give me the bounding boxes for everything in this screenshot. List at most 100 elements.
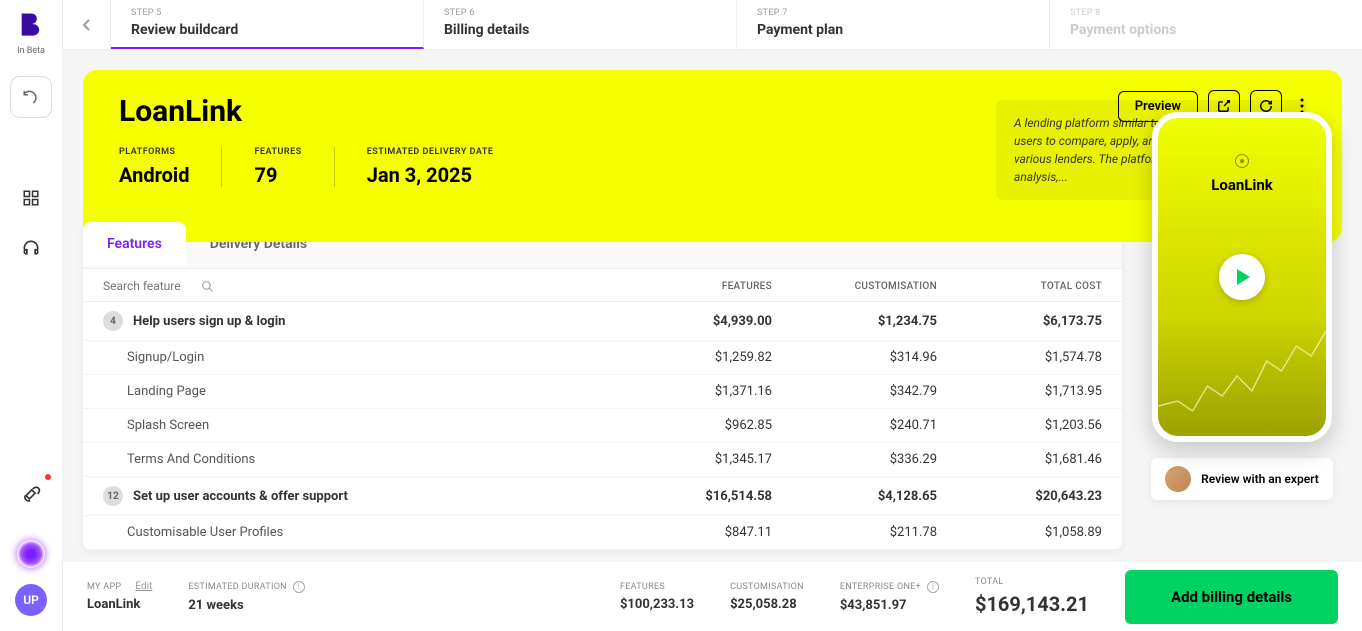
footer-bar: MY APPEdit LoanLink ESTIMATED DURATIONi … (63, 561, 1362, 631)
row-total-cost: $20,643.23 (937, 489, 1102, 504)
row-features-cost: $16,514.58 (607, 489, 772, 504)
row-name: Set up user accounts & offer support (133, 489, 348, 504)
rocket-icon[interactable] (11, 474, 51, 514)
search-input[interactable] (103, 279, 193, 293)
play-button[interactable] (1219, 254, 1265, 300)
row-name: Landing Page (127, 384, 206, 399)
main-content: LoanLink PLATFORMS Android FEATURES 79 ESTIM… (63, 50, 1362, 561)
app-name-heading: LoanLink (119, 94, 966, 129)
step-number: STEP 5 (131, 8, 403, 18)
table-row[interactable]: Terms And Conditions $1,345.17$336.29$1,6… (83, 443, 1122, 477)
row-features-cost: $847.11 (607, 525, 772, 540)
review-with-expert-button[interactable]: Review with an expert (1151, 458, 1333, 500)
total-label: TOTAL (975, 577, 1089, 587)
step-number: STEP 7 (757, 8, 1029, 18)
notification-dot (43, 472, 53, 482)
expert-avatar (1165, 466, 1191, 492)
table-group-row[interactable]: 12 Set up user accounts & offer support $1… (83, 477, 1122, 516)
meta-value: 79 (254, 163, 301, 187)
step-number: STEP 8 (1070, 8, 1342, 18)
table-row[interactable]: Splash Screen $962.85$240.71$1,203.56 (83, 409, 1122, 443)
step-5[interactable]: STEP 5 Review buildcard (111, 0, 424, 49)
row-customisation-cost: $342.79 (772, 384, 937, 399)
table-row[interactable]: Landing Page $1,371.16$342.79$1,713.95 (83, 375, 1122, 409)
column-header-features: FEATURES (607, 281, 772, 292)
step-8[interactable]: STEP 8 Payment options (1050, 0, 1362, 49)
table-group-row[interactable]: 4Help users sign up & login$4,939.00$1,2… (83, 302, 1122, 341)
meta-value: Android (119, 163, 189, 187)
row-customisation-cost: $314.96 (772, 350, 937, 365)
left-sidebar: In Beta UP (0, 0, 63, 631)
table-row[interactable]: Signup/Login $1,259.82$314.96$1,574.78 (83, 341, 1122, 375)
grid-icon[interactable] (11, 178, 51, 218)
row-total-cost: $1,203.56 (937, 418, 1102, 433)
brand-logo (17, 10, 45, 38)
row-customisation-cost: $211.78 (772, 525, 937, 540)
column-header-total: TOTAL COST (937, 281, 1102, 292)
row-features-cost: $1,259.82 (607, 350, 772, 365)
row-name: Terms And Conditions (127, 452, 255, 467)
step-title: Review buildcard (131, 22, 403, 38)
chart-illustration (1158, 316, 1326, 436)
column-header-customisation: CUSTOMISATION (772, 281, 937, 292)
headset-icon[interactable] (11, 228, 51, 268)
features-table-card: Features Delivery Details FEATURES CUSTO… (83, 222, 1122, 550)
phone-preview: LoanLink (1152, 112, 1332, 442)
meta-label: FEATURES (254, 147, 301, 157)
back-button[interactable] (63, 0, 111, 49)
meta-label: ESTIMATED DELIVERY DATE (367, 147, 494, 157)
beta-label: In Beta (17, 46, 45, 56)
customisation-total: $25,058.28 (730, 597, 804, 612)
step-6[interactable]: STEP 6 Billing details (424, 0, 737, 49)
features-label: FEATURES (620, 582, 694, 592)
search-icon (201, 280, 214, 293)
my-app-value: LoanLink (87, 597, 152, 612)
meta-block: FEATURES 79 (254, 147, 334, 187)
customisation-label: CUSTOMISATION (730, 582, 804, 592)
count-badge: 4 (103, 311, 123, 331)
enterprise-label: ENTERPRISE ONE+ (840, 582, 921, 592)
row-total-cost: $1,058.89 (937, 525, 1102, 540)
step-number: STEP 6 (444, 8, 716, 18)
table-row[interactable]: Customisable User Profiles $847.11$211.78… (83, 516, 1122, 550)
step-title: Billing details (444, 22, 716, 38)
row-customisation-cost: $336.29 (772, 452, 937, 467)
edit-link[interactable]: Edit (135, 581, 152, 592)
grand-total: $169,143.21 (975, 592, 1089, 616)
row-total-cost: $6,173.75 (937, 314, 1102, 329)
row-features-cost: $1,345.17 (607, 452, 772, 467)
duration-label: ESTIMATED DURATION (188, 582, 287, 592)
row-name: Help users sign up & login (133, 314, 285, 329)
row-name: Signup/Login (127, 350, 204, 365)
info-icon[interactable]: i (927, 581, 939, 593)
row-name: Splash Screen (127, 418, 209, 433)
row-total-cost: $1,574.78 (937, 350, 1102, 365)
add-billing-button[interactable]: Add billing details (1125, 570, 1338, 624)
count-badge: 12 (103, 486, 123, 506)
info-icon[interactable]: i (293, 581, 305, 593)
row-total-cost: $1,713.95 (937, 384, 1102, 399)
my-app-label: MY APP (87, 582, 121, 592)
row-features-cost: $1,371.16 (607, 384, 772, 399)
target-icon (1235, 154, 1249, 168)
row-features-cost: $4,939.00 (607, 314, 772, 329)
user-avatar[interactable]: UP (15, 584, 47, 616)
step-title: Payment plan (757, 22, 1029, 38)
step-7[interactable]: STEP 7 Payment plan (737, 0, 1050, 49)
step-bar: STEP 5 Review buildcard STEP 6 Billing deta… (63, 0, 1362, 50)
step-title: Payment options (1070, 22, 1342, 38)
row-customisation-cost: $240.71 (772, 418, 937, 433)
row-features-cost: $962.85 (607, 418, 772, 433)
expert-label: Review with an expert (1201, 472, 1319, 486)
meta-value: Jan 3, 2025 (367, 163, 494, 187)
tab-features[interactable]: Features (83, 222, 186, 266)
meta-block: ESTIMATED DELIVERY DATE Jan 3, 2025 (367, 147, 526, 187)
ai-orb-icon[interactable] (17, 540, 45, 568)
row-total-cost: $1,681.46 (937, 452, 1102, 467)
meta-label: PLATFORMS (119, 147, 189, 157)
features-total: $100,233.13 (620, 597, 694, 612)
row-name: Customisable User Profiles (127, 525, 283, 540)
row-customisation-cost: $4,128.65 (772, 489, 937, 504)
enterprise-total: $43,851.97 (840, 598, 939, 613)
undo-button[interactable] (10, 76, 52, 118)
